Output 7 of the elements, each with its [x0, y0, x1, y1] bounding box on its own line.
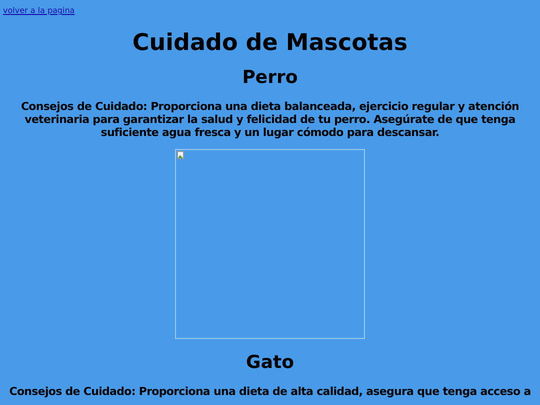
care-tips-text: Consejos de Cuidado: Proporciona una dieta balanceada, ejercicio regular y atención veterinaria para garantizar la salud y felicidad de tu perro. Asegúrate de que tenga suficiente agua fresca y un lugar cómodo para descansar.	[20, 100, 520, 139]
section-heading: Gato	[246, 352, 294, 374]
section-heading: Perro	[242, 67, 298, 89]
care-tips-text: Consejos de Cuidado: Proporciona una dieta de alta calidad, asegura que tenga acceso a	[8, 385, 532, 398]
broken-image-icon	[177, 151, 184, 159]
page-title: Cuidado de Mascotas	[132, 29, 408, 57]
back-link[interactable]: volver a la pagina	[3, 6, 75, 15]
